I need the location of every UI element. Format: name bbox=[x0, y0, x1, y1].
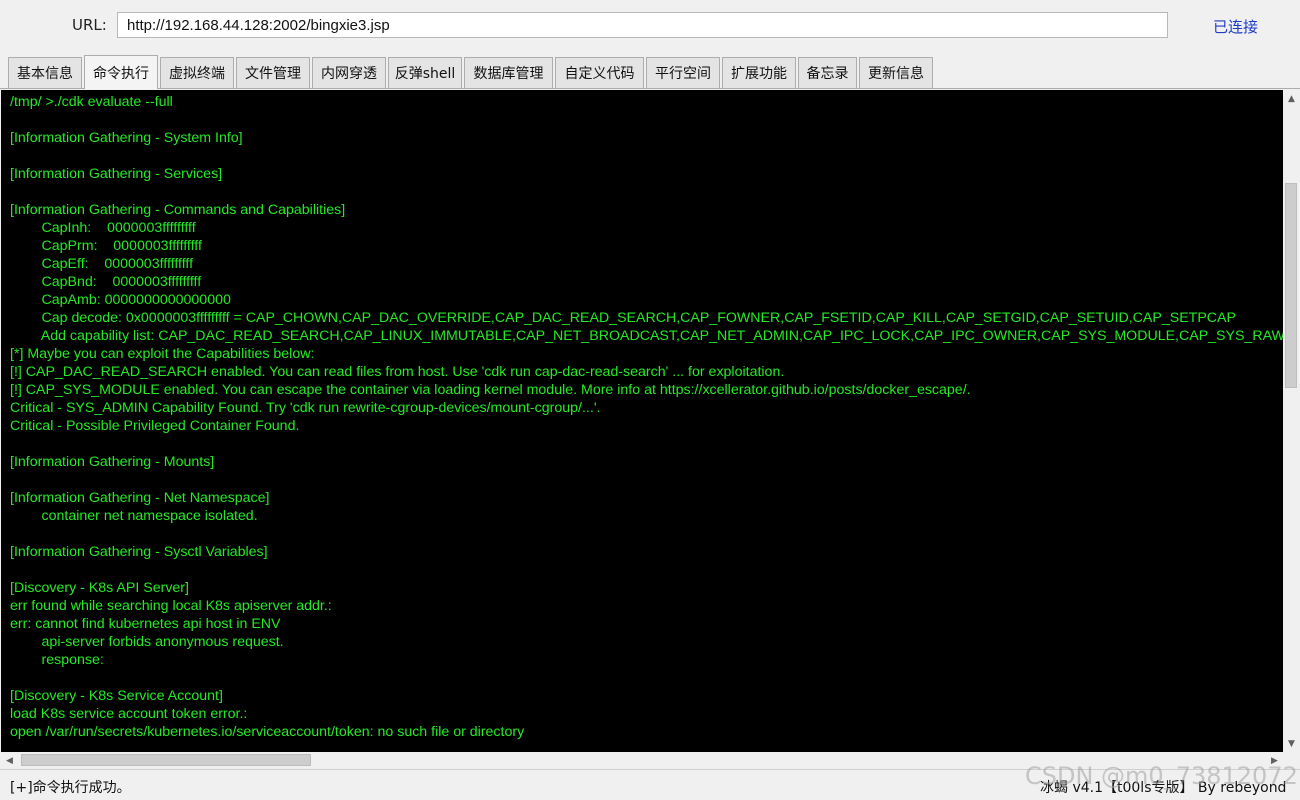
url-label: URL: bbox=[72, 16, 107, 34]
terminal-line: container net namespace isolated. bbox=[10, 508, 258, 524]
connection-status: 已连接 bbox=[1213, 18, 1259, 36]
terminal-line: err: cannot find kubernetes api host in … bbox=[10, 616, 281, 632]
triangle-right-icon[interactable]: ▶ bbox=[1266, 752, 1283, 769]
terminal-line: Add capability list: CAP_DAC_READ_SEARCH… bbox=[10, 328, 1283, 344]
vertical-scroll-thumb[interactable] bbox=[1285, 183, 1297, 388]
terminal-line: [Information Gathering - Commands and Ca… bbox=[10, 202, 346, 218]
terminal-line: CapBnd: 0000003fffffffff bbox=[10, 274, 202, 290]
terminal-line: CapPrm: 0000003fffffffff bbox=[10, 238, 202, 254]
terminal-line: CapAmb: 0000000000000000 bbox=[10, 292, 231, 308]
terminal-line: Cap decode: 0x0000003fffffffff = CAP_CHO… bbox=[10, 310, 1236, 326]
tab-command-exec[interactable]: 命令执行 bbox=[84, 55, 158, 89]
tab-bar: 基本信息 命令执行 虚拟终端 文件管理 内网穿透 反弹shell 数据库管理 自… bbox=[0, 50, 1300, 89]
terminal-line: [Information Gathering - Sysctl Variable… bbox=[10, 544, 268, 560]
terminal-line: CapEff: 0000003fffffffff bbox=[10, 256, 194, 272]
terminal-line: /tmp/ >./cdk evaluate --full bbox=[10, 94, 173, 110]
terminal-line: Critical - Possible Privileged Container… bbox=[10, 418, 300, 434]
status-message: [+]命令执行成功。 bbox=[10, 780, 131, 796]
tab-reverse-shell[interactable]: 反弹shell bbox=[388, 57, 462, 88]
tab-database-manager[interactable]: 数据库管理 bbox=[464, 57, 553, 88]
terminal-line: Critical - SYS_ADMIN Capability Found. T… bbox=[10, 400, 601, 416]
terminal-lines: /tmp/ >./cdk evaluate --full [Information… bbox=[10, 93, 1283, 741]
terminal-line: [Information Gathering - Net Namespace] bbox=[10, 490, 270, 506]
tab-update-info[interactable]: 更新信息 bbox=[859, 57, 933, 88]
terminal-line: [Information Gathering - System Info] bbox=[10, 130, 243, 146]
triangle-up-icon[interactable]: ▲ bbox=[1283, 90, 1300, 107]
tab-file-manager[interactable]: 文件管理 bbox=[236, 57, 310, 88]
horizontal-scroll-thumb[interactable] bbox=[21, 754, 311, 766]
tab-intranet-tunnel[interactable]: 内网穿透 bbox=[312, 57, 386, 88]
url-input[interactable] bbox=[117, 12, 1168, 38]
command-output-terminal[interactable]: /tmp/ >./cdk evaluate --full [Information… bbox=[1, 90, 1283, 752]
terminal-line: [Information Gathering - Services] bbox=[10, 166, 223, 182]
terminal-line: [Discovery - K8s Service Account] bbox=[10, 688, 223, 704]
terminal-line: err found while searching local K8s apis… bbox=[10, 598, 332, 614]
terminal-line: [*] Maybe you can exploit the Capabiliti… bbox=[10, 346, 315, 362]
terminal-line: load K8s service account token error.: bbox=[10, 706, 248, 722]
app-brand: 冰蝎 v4.1【t00ls专版】 By rebeyond bbox=[1040, 780, 1287, 796]
tab-custom-code[interactable]: 自定义代码 bbox=[555, 57, 644, 88]
terminal-line: [!] CAP_SYS_MODULE enabled. You can esca… bbox=[10, 382, 971, 398]
url-bar: URL: 已连接 bbox=[0, 0, 1300, 50]
vertical-scrollbar[interactable]: ▲ ▼ bbox=[1283, 90, 1300, 752]
terminal-line: [Information Gathering - Mounts] bbox=[10, 454, 215, 470]
terminal-line: [!] CAP_DAC_READ_SEARCH enabled. You can… bbox=[10, 364, 785, 380]
status-bar: [+]命令执行成功。 冰蝎 v4.1【t00ls专版】 By rebeyond bbox=[0, 769, 1300, 800]
terminal-line: response: bbox=[10, 652, 104, 668]
triangle-left-icon[interactable]: ◀ bbox=[1, 752, 18, 769]
terminal-line: CapInh: 0000003fffffffff bbox=[10, 220, 196, 236]
triangle-down-icon[interactable]: ▼ bbox=[1283, 735, 1300, 752]
tab-parallel-space[interactable]: 平行空间 bbox=[646, 57, 720, 88]
tab-virtual-terminal[interactable]: 虚拟终端 bbox=[160, 57, 234, 88]
horizontal-scrollbar[interactable]: ◀ ▶ bbox=[1, 752, 1283, 769]
scrollbar-corner bbox=[1283, 752, 1300, 769]
tab-extensions[interactable]: 扩展功能 bbox=[722, 57, 796, 88]
tab-memo[interactable]: 备忘录 bbox=[798, 57, 857, 88]
tab-basic-info[interactable]: 基本信息 bbox=[8, 57, 82, 88]
terminal-line: [Discovery - K8s API Server] bbox=[10, 580, 189, 596]
terminal-line: open /var/run/secrets/kubernetes.io/serv… bbox=[10, 724, 525, 740]
terminal-line: api-server forbids anonymous request. bbox=[10, 634, 284, 650]
